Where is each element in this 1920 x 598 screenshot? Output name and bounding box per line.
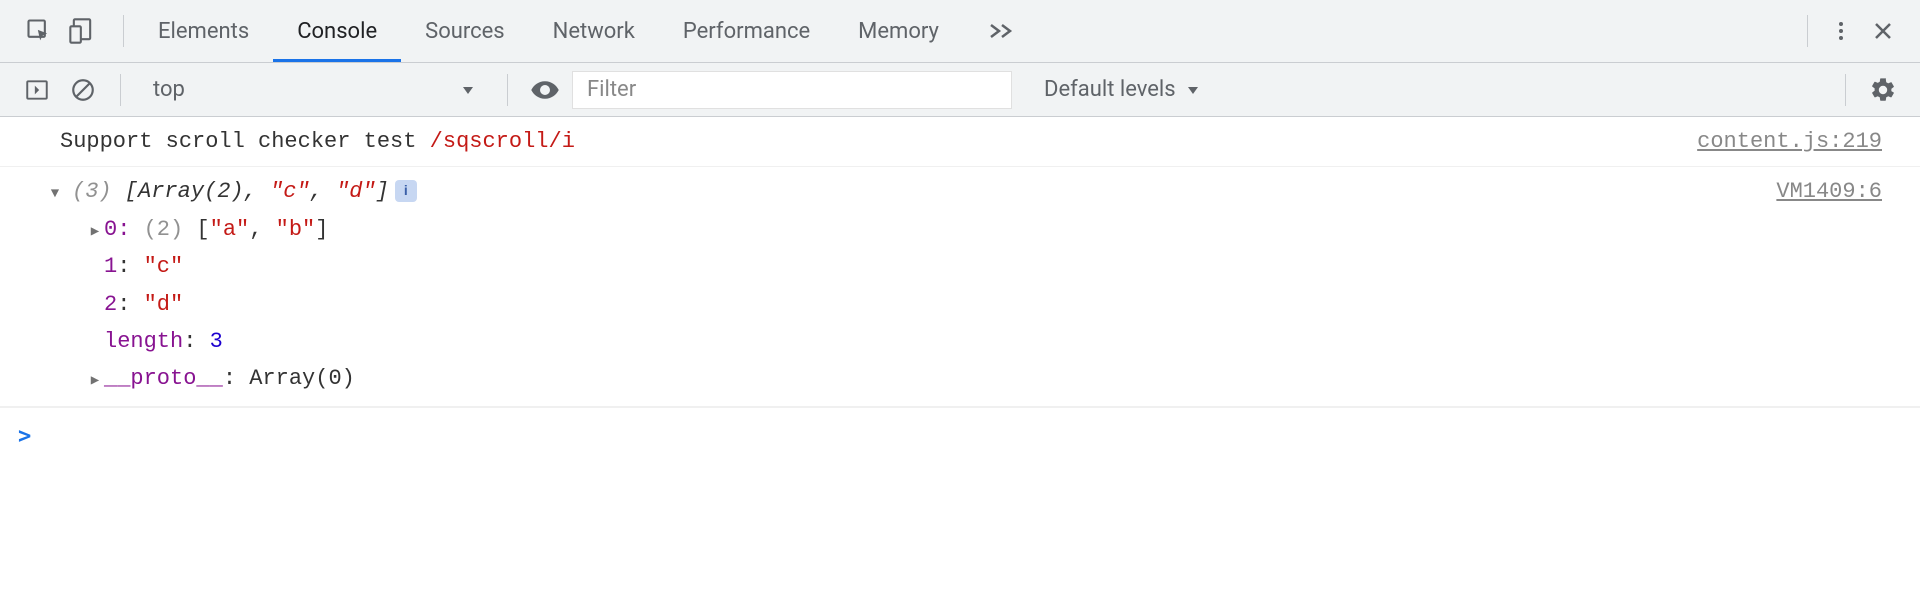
console-toolbar: top Default levels	[0, 63, 1920, 117]
devtools-tab-bar: Elements Console Sources Network Perform…	[0, 0, 1920, 63]
log-text: Support scroll checker test	[60, 129, 430, 154]
chevron-double-right-icon	[987, 21, 1015, 41]
bracket: ]	[315, 217, 328, 242]
expand-toggle-icon[interactable]: ▶	[86, 221, 104, 245]
info-badge-icon[interactable]: i	[395, 180, 417, 202]
string-value: "b"	[276, 217, 316, 242]
array-index-entry[interactable]: 1: "c"	[86, 248, 1776, 285]
log-entry: Support scroll checker test /sqscroll/i …	[0, 117, 1920, 167]
comma: ,	[244, 179, 270, 204]
colon: :	[117, 254, 143, 279]
comma: ,	[310, 179, 336, 204]
prop-key: 2	[104, 292, 117, 317]
string-value: "c"	[270, 179, 310, 204]
live-expression-icon[interactable]	[526, 71, 564, 109]
divider	[507, 74, 508, 106]
log-regex: /sqscroll/i	[430, 129, 575, 154]
array-index-entry[interactable]: ▶0: (2) ["a", "b"]	[86, 211, 1776, 248]
console-prompt[interactable]: >	[0, 407, 1920, 465]
prop-key: 1	[104, 254, 117, 279]
string-value: "d"	[336, 179, 376, 204]
nested-array: Array(2)	[138, 179, 244, 204]
tab-network[interactable]: Network	[529, 0, 659, 62]
string-value: "a"	[210, 217, 250, 242]
tab-elements[interactable]: Elements	[134, 0, 273, 62]
bracket: [	[112, 179, 138, 204]
sidebar-toggle-icon[interactable]	[18, 71, 56, 109]
levels-label: Default levels	[1044, 77, 1176, 102]
colon: :	[223, 366, 249, 391]
divider	[1807, 15, 1808, 47]
log-levels-selector[interactable]: Default levels	[1032, 77, 1212, 102]
clear-console-icon[interactable]	[64, 71, 102, 109]
log-source-link[interactable]: content.js:219	[1697, 123, 1912, 160]
divider	[123, 15, 124, 47]
log-message: ▼ (3) [Array(2), "c", "d"]i ▶0: (2) ["a"…	[60, 173, 1776, 397]
dropdown-triangle-icon	[1186, 83, 1200, 97]
log-message[interactable]: Support scroll checker test /sqscroll/i	[60, 123, 1697, 160]
log-source-link[interactable]: VM1409:6	[1776, 173, 1912, 397]
array-index-entry[interactable]: 2: "d"	[86, 286, 1776, 323]
array-length-hint: (3)	[72, 179, 112, 204]
tab-overflow[interactable]	[963, 0, 1039, 62]
array-length-entry[interactable]: length: 3	[86, 323, 1776, 360]
array-summary-line[interactable]: ▼ (3) [Array(2), "c", "d"]i	[60, 173, 1776, 210]
tab-bar-left-icons	[8, 12, 113, 50]
settings-gear-icon[interactable]	[1864, 71, 1902, 109]
filter-input[interactable]	[572, 71, 1012, 109]
array-proto-entry[interactable]: ▶__proto__: Array(0)	[86, 360, 1776, 397]
prop-key: __proto__	[104, 366, 223, 391]
number-value: 3	[210, 329, 223, 354]
array-children: ▶0: (2) ["a", "b"] 1: "c" 2: "d" length:…	[60, 211, 1776, 398]
comma: ,	[249, 217, 275, 242]
prompt-chevron-icon: >	[18, 418, 31, 455]
expand-toggle-icon[interactable]: ▼	[46, 183, 64, 207]
bracket: ]	[376, 179, 389, 204]
log-entry-expanded: ▼ (3) [Array(2), "c", "d"]i ▶0: (2) ["a"…	[0, 167, 1920, 406]
menu-icon[interactable]	[1822, 12, 1860, 50]
expand-toggle-icon[interactable]: ▶	[86, 370, 104, 394]
string-value: "d"	[144, 292, 184, 317]
prop-key: length	[104, 329, 183, 354]
bracket: [	[183, 217, 209, 242]
divider	[1845, 74, 1846, 106]
inspect-element-icon[interactable]	[20, 12, 58, 50]
prop-key: 0:	[104, 217, 144, 242]
close-icon[interactable]	[1864, 12, 1902, 50]
colon: :	[117, 292, 143, 317]
console-output: Support scroll checker test /sqscroll/i …	[0, 117, 1920, 598]
dropdown-triangle-icon	[461, 83, 475, 97]
colon: :	[183, 329, 209, 354]
string-value: "c"	[144, 254, 184, 279]
context-selector[interactable]: top	[139, 72, 489, 108]
tabs-container: Elements Console Sources Network Perform…	[134, 0, 1039, 62]
device-toggle-icon[interactable]	[63, 12, 101, 50]
context-label: top	[153, 77, 185, 102]
tab-console[interactable]: Console	[273, 0, 401, 62]
array-length-hint: (2)	[144, 217, 184, 242]
divider	[120, 74, 121, 106]
tab-bar-right	[1797, 12, 1912, 50]
tab-memory[interactable]: Memory	[834, 0, 963, 62]
tab-sources[interactable]: Sources	[401, 0, 529, 62]
proto-value: Array(0)	[249, 366, 355, 391]
tab-performance[interactable]: Performance	[659, 0, 834, 62]
